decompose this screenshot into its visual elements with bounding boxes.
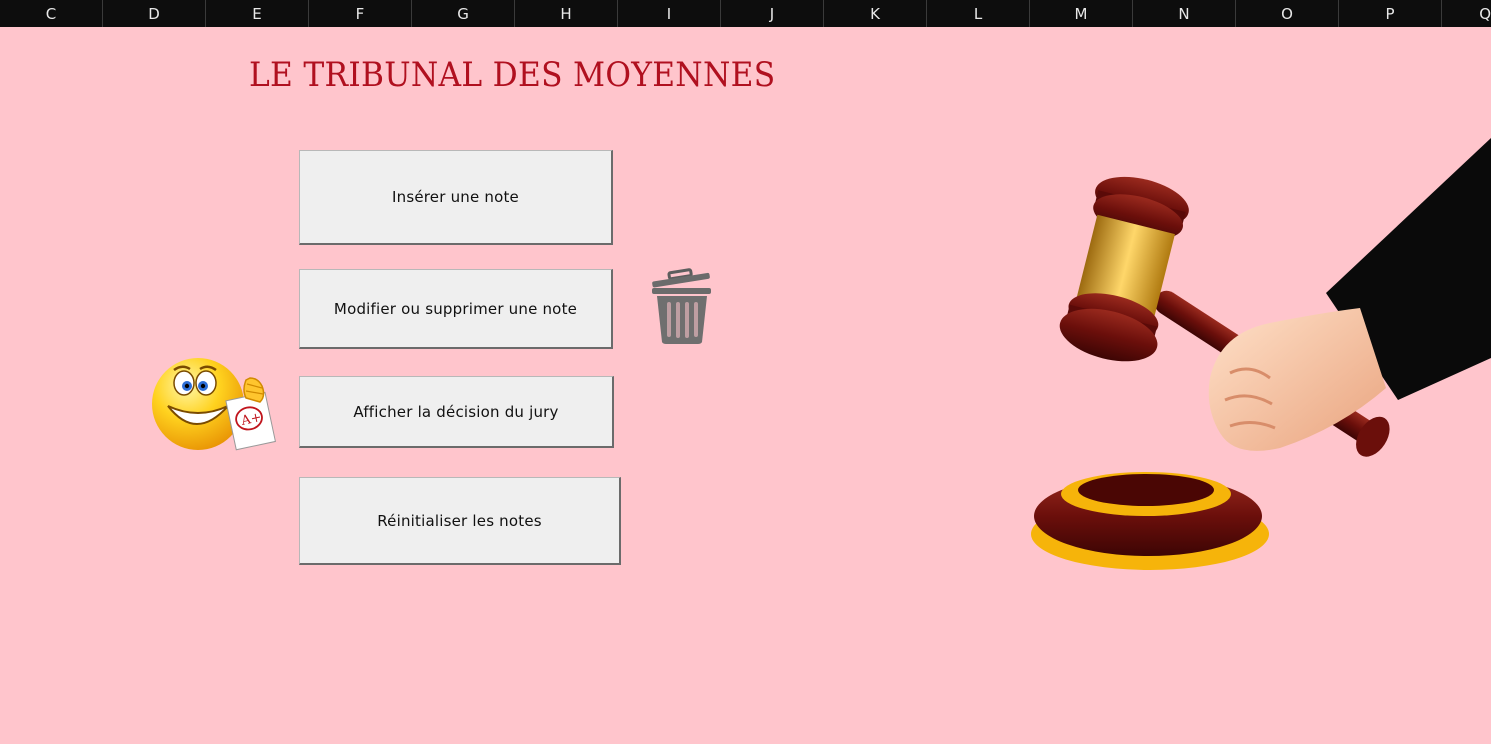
column-header-e[interactable]: E xyxy=(206,0,309,27)
column-header-g[interactable]: G xyxy=(412,0,515,27)
column-header-m[interactable]: M xyxy=(1030,0,1133,27)
smiley-with-paper-icon: A+ xyxy=(152,358,276,451)
reset-notes-button[interactable]: Réinitialiser les notes xyxy=(299,477,621,565)
column-header-c[interactable]: C xyxy=(0,0,103,27)
column-header-o[interactable]: O xyxy=(1236,0,1339,27)
modify-delete-note-button[interactable]: Modifier ou supprimer une note xyxy=(299,269,613,349)
column-header-f[interactable]: F xyxy=(309,0,412,27)
trash-bin-icon xyxy=(652,268,711,344)
column-header-k[interactable]: K xyxy=(824,0,927,27)
show-jury-decision-button[interactable]: Afficher la décision du jury xyxy=(299,376,614,448)
page-title: LE TRIBUNAL DES MOYENNES xyxy=(249,55,776,95)
column-header-d[interactable]: D xyxy=(103,0,206,27)
insert-note-button[interactable]: Insérer une note xyxy=(299,150,613,245)
column-header-l[interactable]: L xyxy=(927,0,1030,27)
column-header-q[interactable]: Q xyxy=(1442,0,1491,27)
column-header-h[interactable]: H xyxy=(515,0,618,27)
column-header-p[interactable]: P xyxy=(1339,0,1442,27)
gavel-with-hand-icon xyxy=(1031,138,1491,570)
column-header-j[interactable]: J xyxy=(721,0,824,27)
column-header-bar: C D E F G H I J K L M N O P Q xyxy=(0,0,1491,28)
column-header-i[interactable]: I xyxy=(618,0,721,27)
column-header-n[interactable]: N xyxy=(1133,0,1236,27)
